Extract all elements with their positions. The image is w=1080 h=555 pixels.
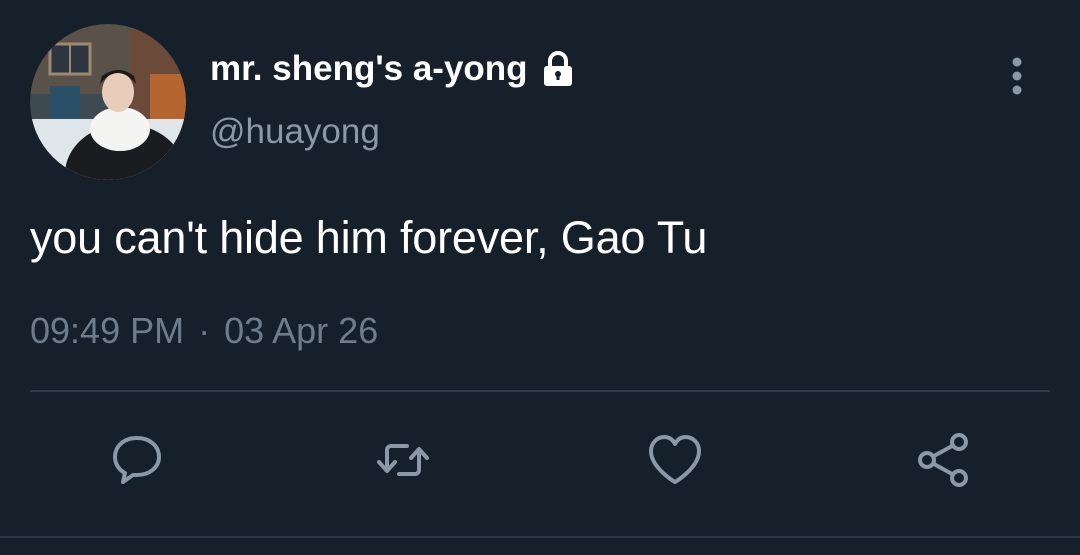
tweet-text: you can't hide him forever, Gao Tu: [30, 212, 708, 263]
action-bar: [0, 432, 1080, 492]
meta-separator: ·: [198, 310, 211, 351]
tweet-timestamp[interactable]: 09:49 PM · 03 Apr 26: [30, 310, 378, 352]
avatar-image: [30, 24, 186, 180]
tweet-time: 09:49 PM: [30, 310, 185, 351]
user-name-row: mr. sheng's a-yong: [210, 46, 578, 92]
reply-icon: [107, 430, 167, 495]
more-vertical-icon[interactable]: [1000, 56, 1034, 96]
share-button[interactable]: [913, 432, 973, 492]
heart-icon: [645, 430, 705, 495]
like-button[interactable]: [645, 432, 705, 492]
tweet-date: 03 Apr 26: [224, 310, 379, 351]
display-name[interactable]: mr. sheng's a-yong: [210, 49, 528, 89]
share-icon: [913, 430, 973, 495]
lock-icon: [538, 49, 578, 89]
user-handle[interactable]: @huayong: [210, 112, 380, 152]
retweet-button[interactable]: [373, 432, 433, 492]
avatar[interactable]: [30, 24, 186, 180]
retweet-icon: [373, 430, 433, 495]
reply-button[interactable]: [107, 432, 167, 492]
bottom-divider: [0, 536, 1080, 538]
divider: [30, 390, 1050, 392]
